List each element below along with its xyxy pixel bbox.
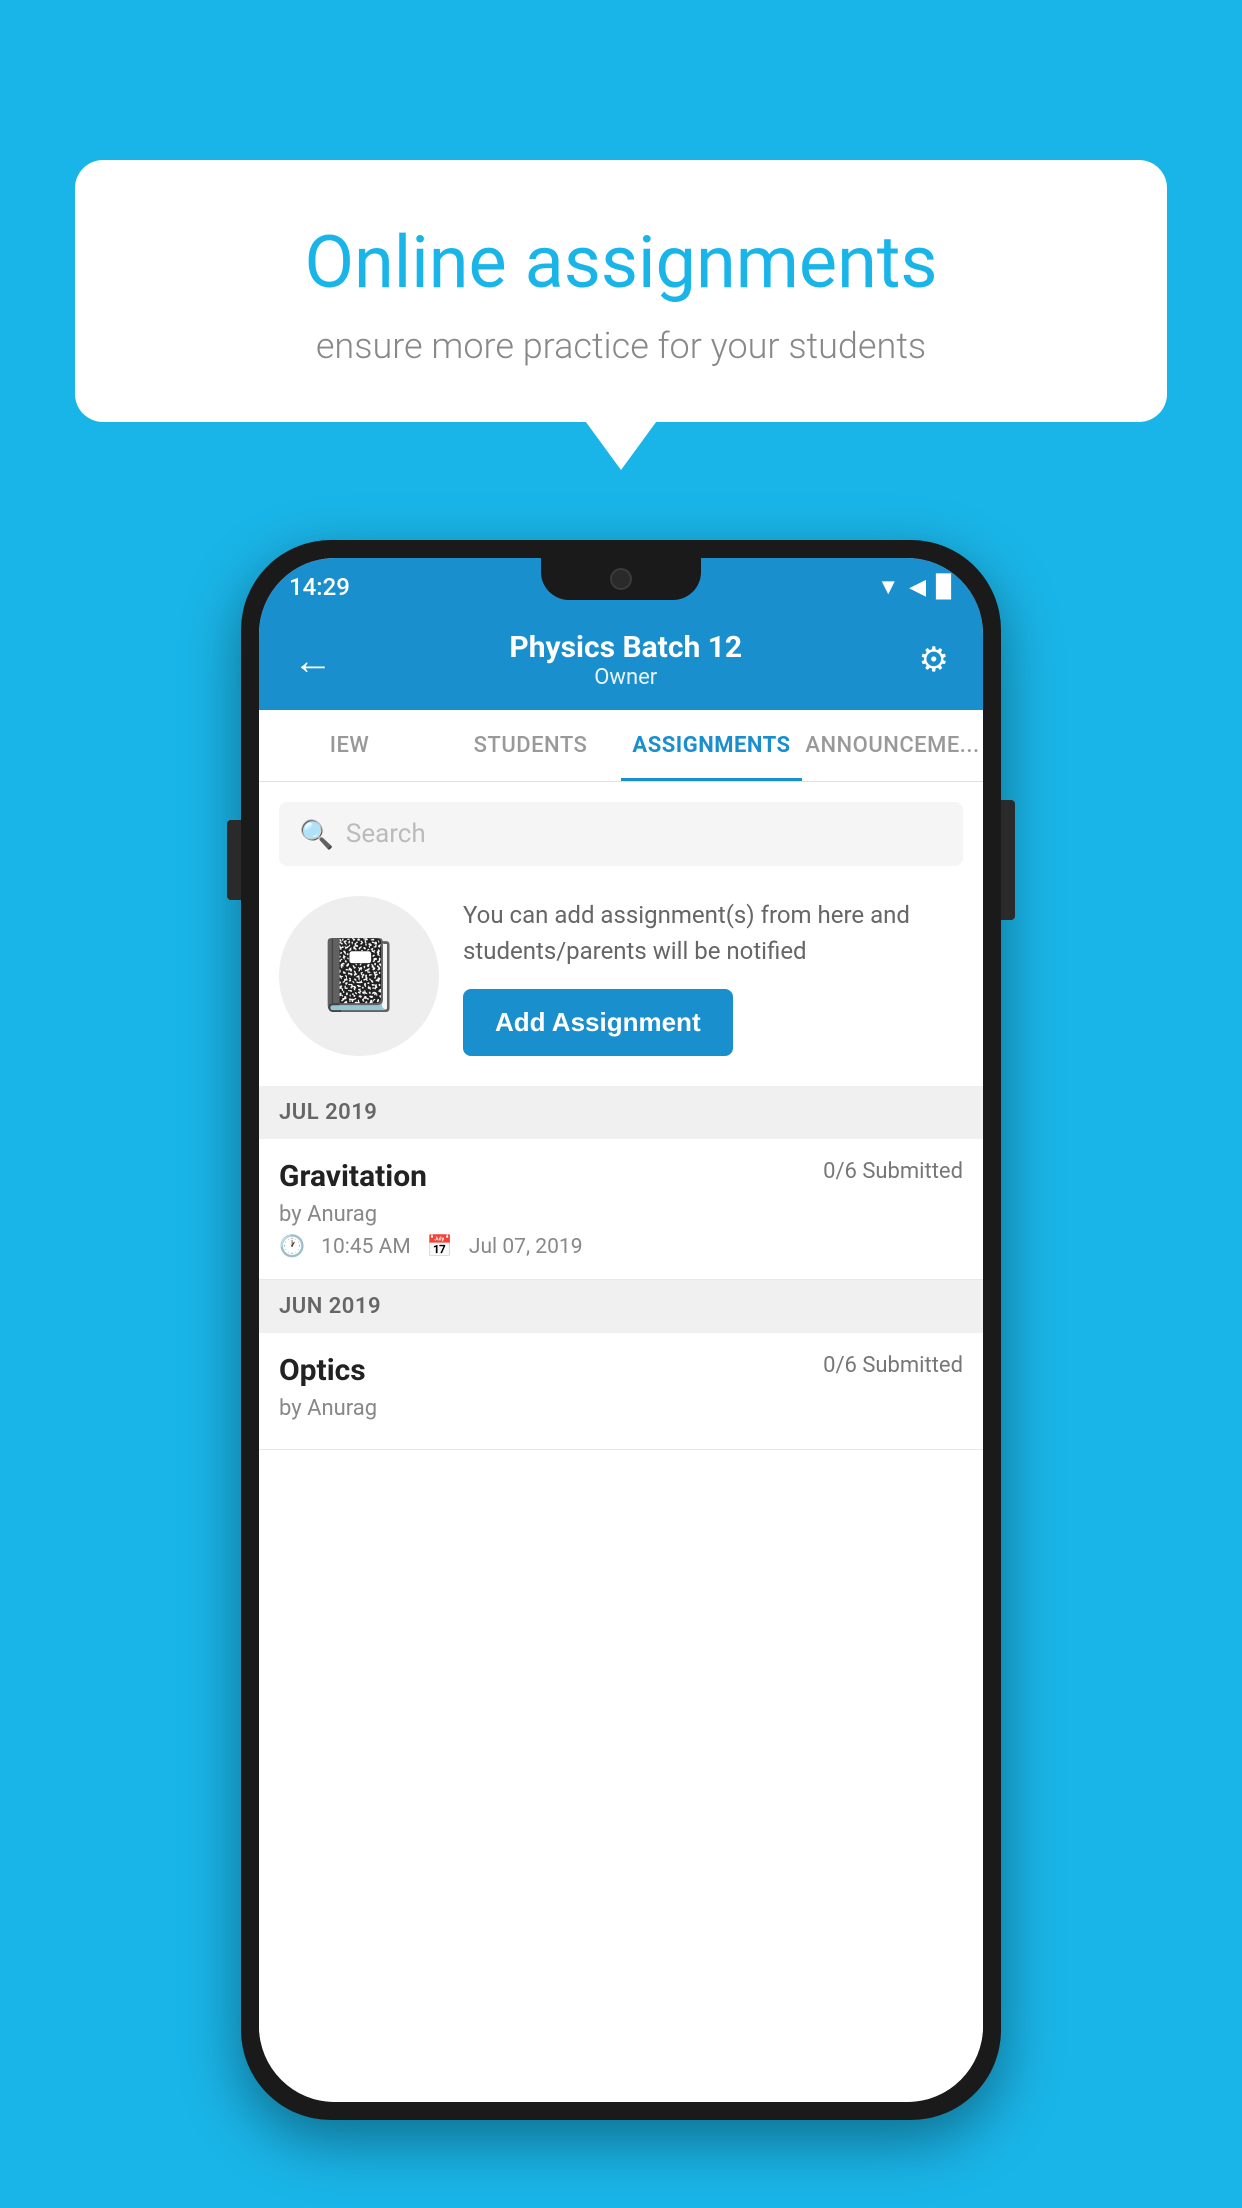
signal-icon: ◀ [909,575,926,600]
empty-state-text: You can add assignment(s) from here and … [463,897,963,1056]
empty-state: 📓 You can add assignment(s) from here an… [259,866,983,1086]
search-bar[interactable]: 🔍 Search [279,802,963,866]
speech-bubble-title: Online assignments [145,220,1097,305]
clock-icon: 🕐 [279,1235,305,1259]
batch-name: Physics Batch 12 [343,630,909,665]
calendar-icon: 📅 [427,1235,453,1259]
status-time: 14:29 [289,573,350,601]
assignment-author-optics: by Anurag [279,1396,963,1421]
battery-icon: ▉ [936,575,953,600]
back-button[interactable]: ← [283,627,343,694]
add-assignment-button[interactable]: Add Assignment [463,989,733,1056]
search-placeholder: Search [346,819,426,849]
assignment-author: by Anurag [279,1202,963,1227]
owner-label: Owner [343,665,909,690]
app-bar: ← Physics Batch 12 Owner ⚙ [259,610,983,710]
settings-button[interactable]: ⚙ [909,630,959,690]
speech-bubble: Online assignments ensure more practice … [75,160,1167,422]
phone-container: 14:29 ▼ ◀ ▉ ← Physics Batch 12 Owner ⚙ [241,540,1001,2120]
empty-state-description: You can add assignment(s) from here and … [463,897,963,969]
status-icons: ▼ ◀ ▉ [877,574,953,600]
app-bar-title: Physics Batch 12 Owner [343,630,909,690]
assignment-item-header-optics: Optics 0/6 Submitted [279,1353,963,1388]
assignment-name-optics: Optics [279,1353,366,1388]
notebook-icon: 📓 [315,935,402,1017]
search-icon: 🔍 [299,818,334,851]
assignment-time-date: 🕐 10:45 AM 📅 Jul 07, 2019 [279,1235,963,1259]
screen-content: ← Physics Batch 12 Owner ⚙ IEW STUDENTS … [259,610,983,2102]
assignment-date: Jul 07, 2019 [469,1235,583,1259]
assignment-item-optics[interactable]: Optics 0/6 Submitted by Anurag [259,1333,983,1450]
assignment-item-gravitation[interactable]: Gravitation 0/6 Submitted by Anurag 🕐 10… [259,1139,983,1280]
wifi-icon: ▼ [877,574,899,600]
phone-notch [541,558,701,600]
section-header-jul: JUL 2019 [259,1086,983,1139]
tab-assignments[interactable]: ASSIGNMENTS [621,710,802,781]
submitted-count-optics: 0/6 Submitted [823,1353,963,1378]
camera-icon [610,568,632,590]
tab-iew[interactable]: IEW [259,710,440,781]
submitted-count: 0/6 Submitted [823,1159,963,1184]
phone-screen: 14:29 ▼ ◀ ▉ ← Physics Batch 12 Owner ⚙ [259,558,983,2102]
assignment-item-header: Gravitation 0/6 Submitted [279,1159,963,1194]
tab-students[interactable]: STUDENTS [440,710,621,781]
speech-bubble-subtitle: ensure more practice for your students [145,325,1097,367]
assignment-icon-circle: 📓 [279,896,439,1056]
tabs: IEW STUDENTS ASSIGNMENTS ANNOUNCEME... [259,710,983,782]
assignment-time: 10:45 AM [321,1235,411,1259]
content-area: 🔍 Search 📓 You can add assignment(s) fro… [259,782,983,2102]
assignment-name: Gravitation [279,1159,427,1194]
phone-outer: 14:29 ▼ ◀ ▉ ← Physics Batch 12 Owner ⚙ [241,540,1001,2120]
tab-announcements[interactable]: ANNOUNCEME... [802,710,983,781]
speech-bubble-container: Online assignments ensure more practice … [75,160,1167,422]
section-header-jun: JUN 2019 [259,1280,983,1333]
